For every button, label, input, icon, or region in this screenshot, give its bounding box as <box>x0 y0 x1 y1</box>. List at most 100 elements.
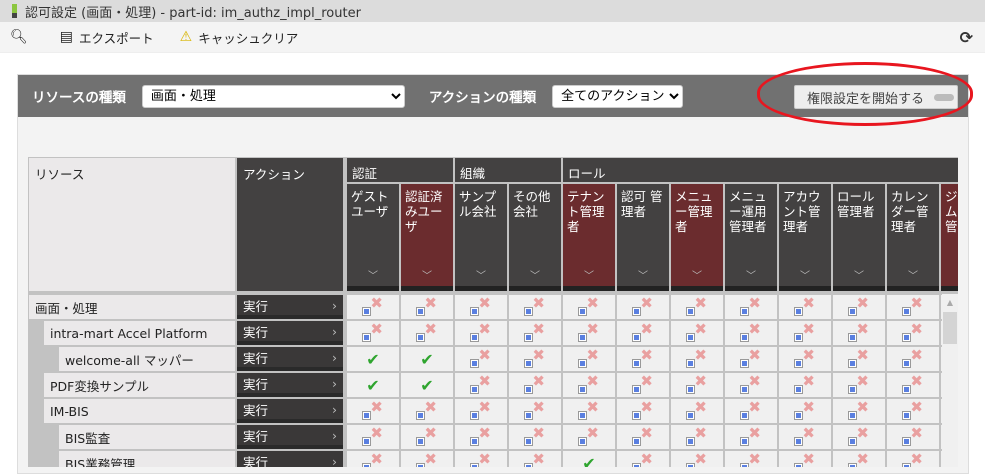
resource-name[interactable]: intra-mart Accel Platform <box>44 321 235 345</box>
permission-cell[interactable]: ✖ <box>509 294 561 319</box>
permission-cell[interactable]: ✖ <box>887 424 939 449</box>
role-column-header[interactable]: ジス テム ユー 管理 ﹀ <box>941 184 958 291</box>
permission-cell[interactable]: ✖ <box>347 320 399 345</box>
permission-cell[interactable]: ✖ <box>617 346 669 371</box>
chevron-down-icon[interactable]: ﹀ <box>779 269 831 284</box>
permission-cell[interactable]: ✖ <box>779 398 831 423</box>
chevron-down-icon[interactable]: ﹀ <box>347 269 399 284</box>
permission-cell[interactable]: ✖ <box>347 450 399 467</box>
vertical-scrollbar[interactable]: ▲ <box>942 294 958 467</box>
permission-cell[interactable]: ✖ <box>779 294 831 319</box>
role-column-header[interactable]: テナン ト管理 者 ﹀ <box>563 184 615 291</box>
refresh-icon[interactable]: ⟳ <box>960 28 973 47</box>
permission-cell[interactable]: ✔ <box>401 347 453 371</box>
action-execute-button[interactable]: 実行 › <box>237 425 343 449</box>
permission-cell[interactable]: ✖ <box>617 320 669 345</box>
permission-cell[interactable]: ✖ <box>725 398 777 423</box>
permission-cell[interactable]: ✖ <box>509 346 561 371</box>
permission-cell[interactable]: ✖ <box>617 450 669 467</box>
permission-cell[interactable]: ✖ <box>887 372 939 397</box>
chevron-down-icon[interactable]: ﹀ <box>887 269 939 284</box>
permission-cell[interactable]: ✖ <box>401 294 453 319</box>
permission-cell[interactable]: ✖ <box>455 372 507 397</box>
permission-cell[interactable]: ✖ <box>455 398 507 423</box>
permission-cell[interactable]: ✖ <box>779 346 831 371</box>
permission-cell[interactable]: ✖ <box>833 320 885 345</box>
export-button[interactable]: ▤ エクスポート <box>60 28 154 47</box>
permission-cell[interactable]: ✖ <box>455 320 507 345</box>
chevron-down-icon[interactable]: ﹀ <box>833 269 885 284</box>
permission-cell[interactable]: ✖ <box>671 450 723 467</box>
permission-cell[interactable]: ✖ <box>887 450 939 467</box>
permission-cell[interactable]: ✖ <box>779 450 831 467</box>
permission-cell[interactable]: ✖ <box>617 424 669 449</box>
permission-cell[interactable]: ✖ <box>671 424 723 449</box>
permission-cell[interactable]: ✖ <box>725 372 777 397</box>
permission-cell[interactable]: ✖ <box>725 450 777 467</box>
role-column-header[interactable]: 認証済 みユー ザ ﹀ <box>401 184 453 291</box>
permission-cell[interactable]: ✖ <box>509 320 561 345</box>
permission-cell[interactable]: ✖ <box>509 372 561 397</box>
permission-cell[interactable]: ✖ <box>401 450 453 467</box>
scroll-up-arrow-icon[interactable]: ▲ <box>942 298 958 307</box>
role-column-header[interactable]: ゲスト ユーザ ﹀ <box>347 184 399 291</box>
permission-cell[interactable]: ✔ <box>401 373 453 397</box>
chevron-down-icon[interactable]: ﹀ <box>401 269 453 284</box>
role-column-header[interactable]: その他 会社 ﹀ <box>509 184 561 291</box>
permission-cell[interactable]: ✖ <box>563 294 615 319</box>
permission-cell[interactable]: ✖ <box>725 346 777 371</box>
resource-name[interactable]: BIS業務管理 <box>59 451 235 467</box>
permission-cell[interactable]: ✖ <box>455 424 507 449</box>
permission-cell[interactable]: ✖ <box>833 398 885 423</box>
role-column-header[interactable]: サンプ ル会社 ﹀ <box>455 184 507 291</box>
role-column-header[interactable]: メニュ ー運用 管理者 ﹀ <box>725 184 777 291</box>
chevron-down-icon[interactable]: ﹀ <box>617 269 669 284</box>
permission-cell[interactable]: ✔ <box>347 373 399 397</box>
search-button[interactable]: 🔍︎ <box>10 29 34 45</box>
permission-cell[interactable]: ✖ <box>779 320 831 345</box>
permission-cell[interactable]: ✖ <box>617 398 669 423</box>
permission-cell[interactable]: ✖ <box>347 294 399 319</box>
permission-cell[interactable]: ✖ <box>833 424 885 449</box>
permission-cell[interactable]: ✖ <box>401 398 453 423</box>
cache-clear-button[interactable]: ⚠ キャッシュクリア <box>180 28 299 47</box>
role-column-header[interactable]: アカウ ント管 理者 ﹀ <box>779 184 831 291</box>
action-type-select[interactable]: 全てのアクション <box>552 84 684 108</box>
permission-cell[interactable]: ✔ <box>563 451 615 467</box>
permission-cell[interactable]: ✖ <box>347 424 399 449</box>
role-column-header[interactable]: メニュ ー管理 者 ﹀ <box>671 184 723 291</box>
resource-name[interactable]: BIS監査 <box>59 425 235 449</box>
permission-cell[interactable]: ✖ <box>563 424 615 449</box>
permission-cell[interactable]: ✖ <box>671 346 723 371</box>
resource-name[interactable]: PDF変換サンプル <box>44 373 235 397</box>
action-execute-button[interactable]: 実行 › <box>237 373 343 397</box>
chevron-down-icon[interactable]: ﹀ <box>725 269 777 284</box>
permission-cell[interactable]: ✖ <box>617 372 669 397</box>
permission-cell[interactable]: ✖ <box>779 424 831 449</box>
permission-cell[interactable]: ✖ <box>563 398 615 423</box>
scrollbar-thumb[interactable] <box>943 312 957 344</box>
permission-cell[interactable]: ✖ <box>833 450 885 467</box>
permission-cell[interactable]: ✖ <box>833 372 885 397</box>
permission-cell[interactable]: ✖ <box>887 398 939 423</box>
permission-cell[interactable]: ✖ <box>725 424 777 449</box>
permission-cell[interactable]: ✖ <box>671 320 723 345</box>
permission-cell[interactable]: ✖ <box>671 294 723 319</box>
permission-cell[interactable]: ✖ <box>509 424 561 449</box>
resource-type-select[interactable]: 画面・処理 <box>141 84 405 108</box>
permission-cell[interactable]: ✖ <box>887 320 939 345</box>
action-execute-button[interactable]: 実行 › <box>237 399 343 423</box>
permission-cell[interactable]: ✖ <box>833 346 885 371</box>
permission-cell[interactable]: ✖ <box>455 450 507 467</box>
permission-cell[interactable]: ✖ <box>887 294 939 319</box>
resource-name[interactable]: welcome-all マッパー <box>59 347 235 371</box>
permission-cell[interactable]: ✖ <box>509 398 561 423</box>
resource-name[interactable]: IM-BIS <box>44 399 235 423</box>
chevron-down-icon[interactable]: ﹀ <box>563 269 615 284</box>
chevron-down-icon[interactable]: ﹀ <box>671 269 723 284</box>
permission-cell[interactable]: ✖ <box>887 346 939 371</box>
permission-cell[interactable]: ✖ <box>671 372 723 397</box>
permission-cell[interactable]: ✖ <box>671 398 723 423</box>
resource-name[interactable]: 画面・処理 <box>29 295 235 319</box>
role-column-header[interactable]: ロール 管理者 ﹀ <box>833 184 885 291</box>
